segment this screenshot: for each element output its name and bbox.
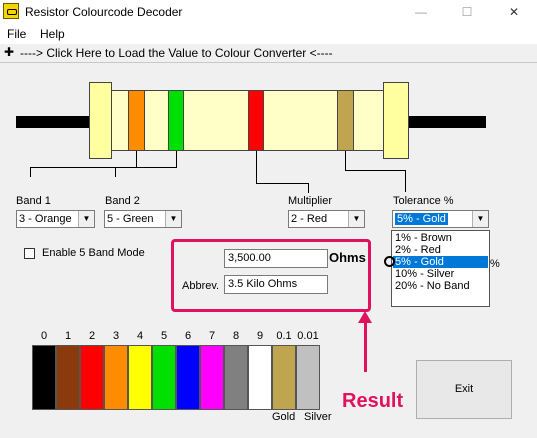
tolerance-leader [345,151,346,171]
palette-swatch [224,345,248,410]
palette-tick-label: 9 [256,330,264,342]
band1-select[interactable]: 3 - Orange ▼ [16,210,95,228]
palette-tick-label: 0 [40,330,48,342]
menu-help[interactable]: Help [40,27,65,41]
palette-tick-label: 3 [112,330,120,342]
tolerance-leader [405,170,406,192]
radio-icon[interactable] [384,256,395,267]
resistor-band-1 [128,90,145,151]
minimize-button[interactable]: — [398,0,444,24]
tolerance-label: Tolerance % [393,195,454,207]
load-converter-link[interactable]: ----> Click Here to Load the Value to Co… [20,46,333,60]
tolerance-option[interactable]: 20% - No Band [393,280,488,292]
tolerance-option[interactable]: 10% - Silver [393,268,488,280]
palette-swatch [200,345,224,410]
silver-label: Silver [304,411,332,423]
palette-tick-label: 5 [160,330,168,342]
multiplier-select[interactable]: 2 - Red ▼ [288,210,365,228]
chevron-down-icon[interactable]: ▼ [472,211,488,227]
chevron-down-icon[interactable]: ▼ [78,211,94,227]
palette-tick-label: 1 [64,330,72,342]
multiplier-leader [256,183,308,184]
tolerance-select[interactable]: 5% - Gold ▼ [392,210,489,228]
window-title: Resistor Colourcode Decoder [25,5,183,19]
exit-button[interactable]: Exit [416,360,512,419]
result-annotation: Result [342,390,404,412]
palette-tick-label: 7 [208,330,216,342]
band1-label: Band 1 [16,195,51,207]
band1-select-value: 3 - Orange [19,213,72,225]
app-icon [3,3,19,19]
palette-swatch [56,345,80,410]
percent-suffix: % [490,258,500,270]
palette-swatch [272,345,296,410]
band2-select-value: 5 - Green [107,213,154,225]
resistor-end-cap-right [383,82,409,159]
resistor-band-tolerance [337,90,354,151]
maximize-button[interactable]: ☐ [444,0,490,24]
multiplier-select-value: 2 - Red [291,213,328,225]
resistor-band-2 [168,90,184,151]
band2-leader [115,167,116,177]
palette-swatch [248,345,272,410]
tolerance-option[interactable]: 5% - Gold [393,256,488,268]
chevron-down-icon[interactable]: ▼ [348,211,364,227]
tolerance-option[interactable]: 2% - Red [393,244,488,256]
palette-tick-label: 6 [184,330,192,342]
palette-swatch [128,345,152,410]
menu-bar [0,24,537,44]
result-highlight-box [171,239,371,312]
resistor-lead-right [408,116,486,128]
palette-swatch [32,345,56,410]
palette-tick-label: 0.01 [297,330,319,342]
multiplier-label: Multiplier [288,195,333,207]
band1-leader [30,167,31,177]
tolerance-leader [345,170,405,171]
tolerance-dropdown-list[interactable]: 1% - Brown 2% - Red 5% - Gold 10% - Silver 2… [391,230,490,307]
close-button[interactable]: ✕ [491,0,537,24]
enable-5-band-label: Enable 5 Band Mode [42,247,145,259]
palette-tick-label: 8 [232,330,240,342]
annotation-arrow-shaft [364,322,367,372]
palette-tick-label: 0.1 [276,330,292,342]
band1-leader [136,151,137,168]
menu-file[interactable]: File [7,27,26,41]
palette-swatch [104,345,128,410]
enable-5-band-checkbox[interactable] [24,248,35,259]
palette-swatch [296,345,320,410]
expand-plus-icon[interactable]: ✚ [4,45,14,59]
band2-leader [176,151,177,168]
palette-swatch [80,345,104,410]
band2-leader [115,167,177,168]
resistor-end-cap-left [89,82,112,159]
palette-tick-label: 4 [136,330,144,342]
multiplier-leader [256,151,257,183]
band2-label: Band 2 [105,195,140,207]
palette-swatch [176,345,200,410]
palette-swatch [152,345,176,410]
resistor-band-multiplier [248,90,264,151]
band2-select[interactable]: 5 - Green ▼ [104,210,182,228]
palette-tick-label: 2 [88,330,96,342]
multiplier-leader [308,183,309,193]
resistor-lead-left [16,116,91,128]
gold-label: Gold [272,411,296,423]
tolerance-select-value: 5% - Gold [395,213,448,225]
chevron-down-icon[interactable]: ▼ [165,211,181,227]
tolerance-option[interactable]: 1% - Brown [393,232,488,244]
